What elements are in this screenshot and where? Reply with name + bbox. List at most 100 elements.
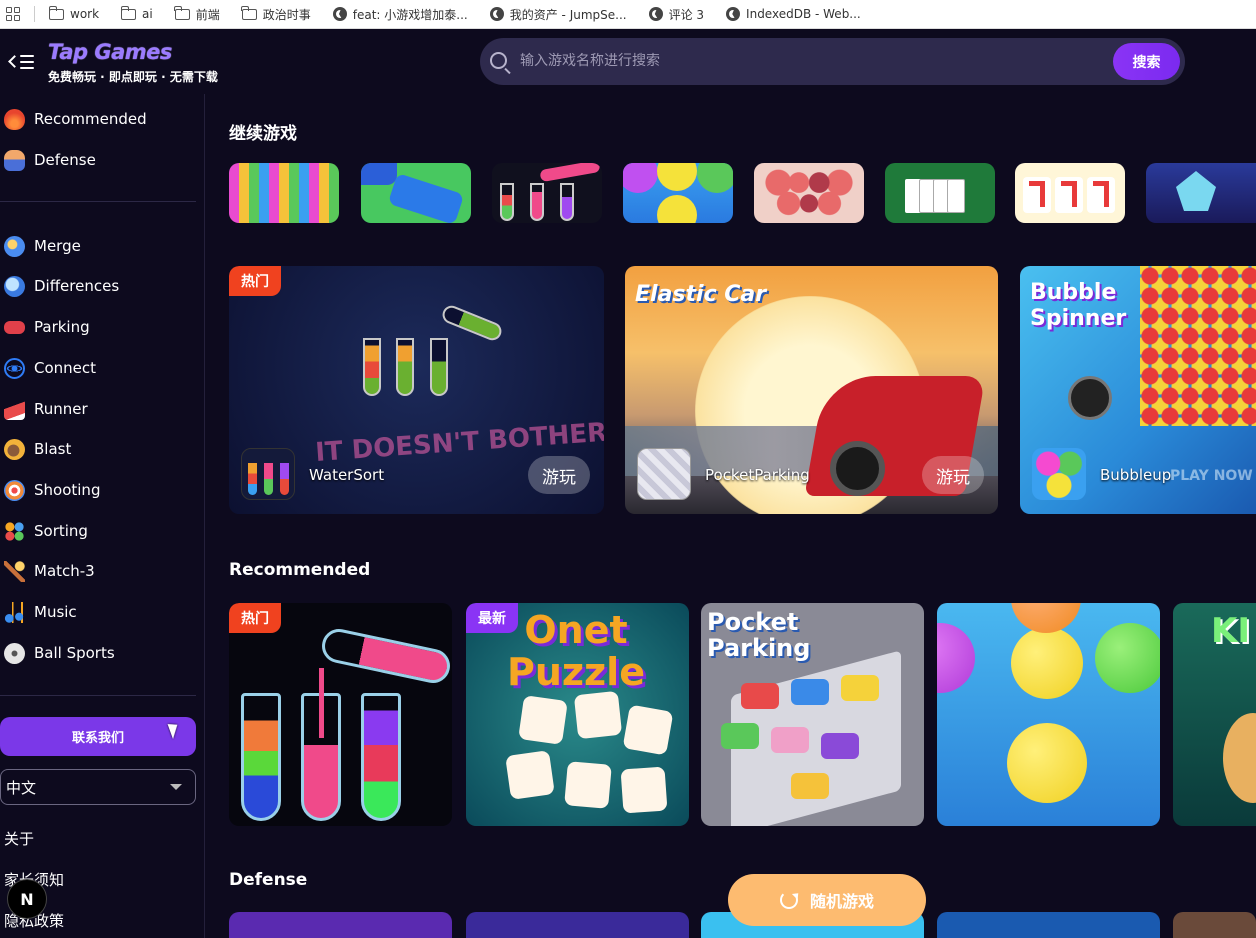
game-card-onet-puzzle[interactable]: Onet Puzzle 最新 [466, 603, 689, 826]
contact-us-button[interactable]: 联系我们 [0, 717, 196, 756]
bookmarks-bar: work ai 前端 政治时事 feat: 小游戏增加泰... 我的资产 - J… [0, 0, 1256, 29]
hot-tag: 热门 [229, 266, 281, 296]
featured-game-name: PocketParking [705, 466, 810, 484]
recent-game-thumb[interactable] [229, 163, 339, 223]
wand-icon [4, 560, 25, 582]
elastic-car-logo: Elastic Car [635, 282, 767, 307]
dev-badge[interactable]: N [7, 879, 47, 919]
sidebar-item-differences[interactable]: Differences [4, 274, 119, 298]
sneaker-icon [4, 398, 25, 420]
game-card-pocket-parking[interactable]: Pocket Parking [701, 603, 924, 826]
recent-game-thumb[interactable] [492, 163, 602, 223]
folder-icon [241, 5, 257, 20]
pocketparking-icon [637, 448, 691, 500]
folder-icon [120, 5, 137, 20]
bookmark-politics[interactable]: 政治时事 [241, 5, 311, 23]
featured-game-name: Bubbleup [1100, 466, 1172, 484]
bubbleup-icon [1032, 448, 1086, 500]
atom-icon [4, 357, 25, 379]
bookmark-feat[interactable]: feat: 小游戏增加泰... [332, 6, 468, 23]
apps-grid-icon[interactable] [6, 7, 20, 21]
kitchen-logo: KI [1211, 611, 1250, 651]
soccer-ball-icon [4, 642, 25, 664]
language-select[interactable]: 中文 [0, 769, 196, 805]
defense-game-card[interactable] [466, 912, 689, 938]
bookmark-comments[interactable]: 评论 3 [648, 6, 704, 23]
featured-card-watersort[interactable]: IT DOESN'T BOTHER ME 热门 WaterSort 游玩 [229, 266, 604, 514]
fire-icon [4, 108, 25, 130]
featured-game-name: WaterSort [309, 466, 385, 484]
featured-card-bubbleup[interactable]: Bubble Spinner Bubbleup PLAY NOW [1020, 266, 1256, 514]
game-card-bubble[interactable] [937, 603, 1160, 826]
sort-icon [4, 520, 25, 542]
bomb-icon [4, 438, 25, 460]
car-icon [4, 320, 25, 334]
folder-icon [174, 5, 190, 20]
sidebar-item-defense[interactable]: Defense [4, 148, 96, 172]
search-button[interactable]: 搜索 [1113, 43, 1180, 80]
chevron-down-icon [170, 784, 182, 790]
globe-icon [489, 7, 504, 21]
site-header: Tap Games 免费畅玩 · 即点即玩 · 无需下载 搜索 [0, 29, 1256, 94]
pocket-parking-logo: Pocket Parking [707, 608, 811, 662]
recent-game-thumb[interactable] [1146, 163, 1256, 223]
skull-bomb-icon [1068, 376, 1112, 420]
defense-game-card[interactable] [1173, 912, 1256, 938]
sidebar-item-sorting[interactable]: Sorting [4, 519, 88, 543]
sidebar: Recommended Defense Merge Differences Pa… [0, 94, 205, 938]
search-icon [490, 52, 507, 69]
sidebar-item-parking[interactable]: Parking [4, 315, 90, 339]
site-tagline: 免费畅玩 · 即点即玩 · 无需下载 [48, 70, 218, 84]
site-logo[interactable]: Tap Games [48, 40, 172, 64]
search-input[interactable] [520, 46, 1100, 76]
globe-icon [332, 7, 347, 21]
featured-card-pocketparking[interactable]: Elastic Car PocketParking 游玩 [625, 266, 998, 514]
defense-game-card[interactable] [937, 912, 1160, 938]
defense-section-title: Defense [229, 870, 308, 890]
play-button[interactable]: 游玩 [528, 456, 590, 494]
soldier-icon [4, 149, 25, 171]
game-card-kitchen[interactable]: KI [1173, 603, 1256, 826]
sidebar-item-merge[interactable]: Merge [4, 234, 81, 258]
recommended-section-title: Recommended [229, 560, 371, 580]
refresh-icon [779, 891, 798, 909]
bookmark-work[interactable]: work [48, 5, 99, 21]
globe-icon [648, 7, 663, 21]
sidebar-item-ball-sports[interactable]: Ball Sports [4, 641, 115, 665]
search-bar: 搜索 [480, 38, 1185, 85]
continue-section-title: 继续游戏 [229, 124, 297, 144]
recent-game-thumb[interactable] [1015, 163, 1125, 223]
sidebar-item-connect[interactable]: Connect [4, 356, 96, 380]
globe-icon [726, 7, 741, 21]
bookmark-frontend[interactable]: 前端 [174, 5, 220, 23]
sidebar-item-recommended[interactable]: Recommended [4, 107, 147, 131]
music-icon [4, 601, 25, 623]
sidebar-item-runner[interactable]: Runner [4, 397, 88, 421]
magnifier-icon [4, 275, 25, 297]
watersort-icon [241, 448, 295, 500]
sidebar-item-blast[interactable]: Blast [4, 437, 71, 461]
merge-icon [4, 235, 25, 257]
target-icon [4, 479, 25, 501]
recent-game-thumb[interactable] [885, 163, 995, 223]
bookmark-indexeddb[interactable]: IndexedDB - Web... [726, 7, 861, 21]
random-game-button[interactable]: 随机游戏 [728, 874, 926, 926]
defense-game-card[interactable] [229, 912, 452, 938]
recent-game-thumb[interactable] [754, 163, 864, 223]
play-now-overlay: PLAY NOW [1170, 468, 1253, 484]
hot-tag: 热门 [229, 603, 281, 633]
recent-game-thumb[interactable] [361, 163, 471, 223]
recent-game-thumb[interactable] [623, 163, 733, 223]
sidebar-item-match3[interactable]: Match-3 [4, 559, 95, 583]
bookmark-ai[interactable]: ai [120, 5, 153, 21]
play-button[interactable]: 游玩 [922, 456, 984, 494]
bookmarks-divider [34, 6, 35, 22]
sidebar-item-shooting[interactable]: Shooting [4, 478, 100, 502]
footer-link-about[interactable]: 关于 [4, 828, 34, 849]
sidebar-divider [0, 201, 196, 202]
game-card-water-sort[interactable]: 热门 [229, 603, 452, 826]
collapse-menu-icon[interactable] [8, 53, 34, 71]
folder-icon [48, 5, 64, 20]
sidebar-item-music[interactable]: Music [4, 600, 77, 624]
bookmark-assets[interactable]: 我的资产 - JumpSe... [489, 6, 627, 23]
